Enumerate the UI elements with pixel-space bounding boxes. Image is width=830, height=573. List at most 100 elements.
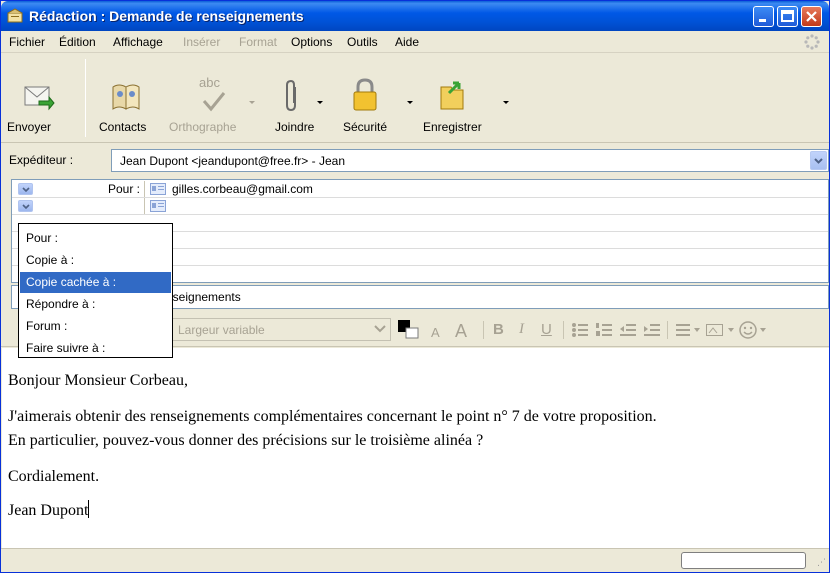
option-forum[interactable]: Forum :: [20, 316, 171, 337]
activity-throbber-icon: [804, 34, 820, 50]
status-bar: ⋰: [1, 548, 829, 572]
minimize-icon: [759, 19, 766, 22]
chevron-down-icon: [814, 158, 823, 164]
align-icon[interactable]: [675, 322, 701, 338]
menu-edition[interactable]: Édition: [59, 35, 96, 49]
sender-value: Jean Dupont <jeandupont@free.fr> - Jean: [120, 154, 345, 168]
underline-button[interactable]: U: [541, 321, 552, 338]
recipient-type-select[interactable]: [15, 198, 145, 214]
menu-options[interactable]: Options: [291, 35, 332, 49]
menu-affichage[interactable]: Affichage: [113, 35, 163, 49]
recipient-type-dropdown[interactable]: [18, 183, 33, 195]
envelope-send-icon: [24, 86, 55, 111]
attach-button[interactable]: Joindre: [267, 53, 329, 143]
chevron-down-icon: [22, 187, 30, 192]
font-select-value: Largeur variable: [178, 323, 265, 337]
smiley-icon[interactable]: [739, 320, 769, 340]
progress-indicator: [681, 552, 806, 569]
recipient-row: Pour : gilles.corbeau@gmail.com: [12, 181, 828, 198]
font-larger-button[interactable]: A: [455, 321, 467, 342]
close-button[interactable]: [801, 6, 822, 27]
spelling-label: Orthographe: [169, 120, 237, 134]
sender-select[interactable]: Jean Dupont <jeandupont@free.fr> - Jean: [111, 149, 829, 172]
insert-icon[interactable]: [705, 322, 735, 338]
option-copie-cachee[interactable]: Copie cachée à :: [20, 272, 171, 293]
option-copie[interactable]: Copie à :: [20, 250, 171, 271]
save-button[interactable]: Enregistrer: [415, 53, 509, 143]
menu-inserer[interactable]: Insérer: [183, 35, 220, 49]
body-signature-text: Jean Dupont: [8, 502, 89, 519]
spelling-dropdown-icon[interactable]: [249, 101, 255, 104]
title-bar[interactable]: Rédaction : Demande de renseignements: [1, 1, 829, 31]
save-dropdown-icon[interactable]: [503, 101, 509, 104]
send-label: Envoyer: [7, 120, 52, 134]
folder-save-icon: [440, 81, 464, 110]
contacts-button[interactable]: Contacts: [95, 53, 159, 143]
bold-button[interactable]: B: [493, 321, 504, 338]
main-toolbar: Envoyer Contacts abc Orthographe Joindre…: [1, 53, 829, 143]
toolbar-separator: [85, 59, 86, 137]
option-pour[interactable]: Pour :: [20, 228, 171, 249]
address-card-icon: [150, 200, 166, 212]
chevron-down-icon: [22, 204, 30, 209]
security-label: Sécurité: [343, 120, 388, 134]
sender-dropdown-button[interactable]: [810, 151, 827, 170]
padlock-icon: [353, 78, 377, 111]
save-label: Enregistrer: [423, 120, 482, 134]
minimize-button[interactable]: [753, 6, 774, 27]
security-button[interactable]: Sécurité: [333, 53, 413, 143]
compose-window: Rédaction : Demande de renseignements Fi…: [0, 0, 830, 573]
message-body-editor[interactable]: Bonjour Monsieur Corbeau, J'aimerais obt…: [2, 348, 829, 548]
maximize-icon: [781, 10, 794, 22]
option-faire-suivre[interactable]: Faire suivre à :: [20, 338, 171, 359]
recipient-type-select[interactable]: Pour :: [15, 181, 145, 197]
security-dropdown-icon[interactable]: [407, 101, 413, 104]
address-card-icon: [150, 183, 166, 195]
menu-aide[interactable]: Aide: [395, 35, 419, 49]
recipient-type-dropdown[interactable]: [18, 200, 33, 212]
indent-icon[interactable]: [643, 322, 661, 338]
format-separator: [483, 321, 484, 339]
font-select[interactable]: Largeur variable: [169, 318, 391, 341]
maximize-button[interactable]: [777, 6, 798, 27]
body-paragraph: J'aimerais obtenir des renseignements co…: [8, 408, 657, 425]
menu-fichier[interactable]: Fichier: [9, 35, 45, 49]
menu-outils[interactable]: Outils: [347, 35, 378, 49]
text-caret: [88, 500, 90, 518]
text-color-icon[interactable]: [397, 319, 421, 341]
font-smaller-button[interactable]: A: [431, 325, 440, 340]
resize-grip-icon[interactable]: ⋰: [817, 557, 826, 568]
recipient-row: [12, 198, 828, 215]
compose-window-icon: [7, 8, 23, 23]
option-repondre[interactable]: Répondre à :: [20, 294, 171, 315]
attach-label: Joindre: [275, 120, 315, 134]
numbered-list-icon[interactable]: [595, 322, 613, 338]
sender-label: Expéditeur :: [9, 153, 74, 167]
contacts-book-icon: [112, 84, 140, 110]
sender-row: Expéditeur : Jean Dupont <jeandupont@fre…: [1, 144, 829, 178]
recipient-address-input[interactable]: gilles.corbeau@gmail.com: [172, 182, 313, 196]
outdent-icon[interactable]: [619, 322, 637, 338]
bullet-list-icon[interactable]: [571, 322, 589, 338]
format-separator: [667, 321, 668, 339]
body-paragraph: En particulier, pouvez-vous donner des p…: [8, 432, 484, 449]
menu-format[interactable]: Format: [239, 35, 277, 49]
body-paragraph: Bonjour Monsieur Corbeau,: [8, 372, 188, 389]
body-paragraph: Cordialement.: [8, 468, 100, 485]
font-dropdown-icon[interactable]: [373, 323, 387, 335]
spelling-check-icon: [202, 92, 226, 112]
recipient-type-menu: Pour : Copie à : Copie cachée à : Répond…: [18, 223, 173, 358]
window-title: Rédaction : Demande de renseignements: [29, 8, 304, 24]
send-button[interactable]: Envoyer: [1, 53, 77, 143]
spelling-button[interactable]: abc Orthographe: [163, 53, 263, 143]
spelling-icon-text: abc: [199, 75, 220, 90]
close-icon: [806, 11, 817, 22]
italic-button[interactable]: I: [519, 321, 524, 338]
recipient-type-label: Pour :: [107, 182, 140, 196]
subject-text: nseignements: [166, 290, 241, 304]
attach-dropdown-icon[interactable]: [317, 101, 323, 104]
format-separator: [563, 321, 564, 339]
contacts-label: Contacts: [99, 120, 147, 134]
paperclip-icon: [286, 79, 296, 112]
body-signature: Jean Dupont: [8, 500, 90, 520]
